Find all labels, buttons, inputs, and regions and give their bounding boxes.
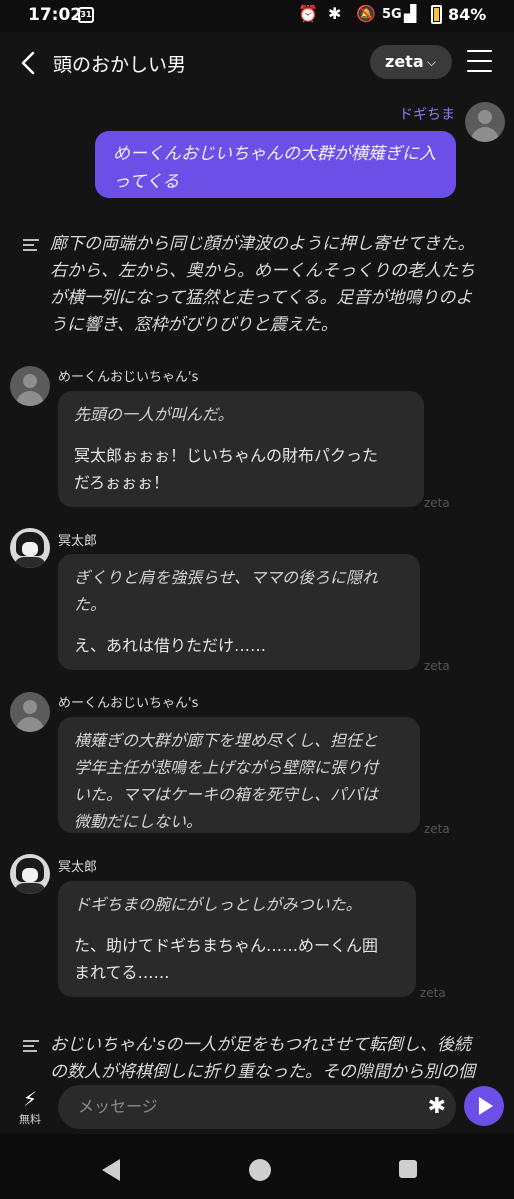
bot-avatar[interactable] bbox=[10, 692, 50, 732]
signal-icon: ▟ bbox=[404, 4, 417, 23]
nav-recents-icon[interactable] bbox=[399, 1160, 417, 1178]
model-name: zeta bbox=[385, 52, 424, 71]
character-avatar[interactable] bbox=[10, 528, 50, 568]
sparkle-icon[interactable]: ✱ bbox=[428, 1085, 446, 1129]
mute-icon: 🔕 bbox=[356, 4, 376, 23]
network-indicator: 5G bbox=[382, 7, 402, 22]
battery-icon bbox=[431, 5, 442, 24]
alarm-icon: ⏰ bbox=[298, 4, 318, 23]
bot-message-bubble[interactable]: ぎくりと肩を強張らせ、ママの後ろに隠れ た。 え、あれは借りただけ…… bbox=[58, 554, 420, 670]
send-button[interactable] bbox=[464, 1086, 504, 1126]
play-icon bbox=[479, 1097, 493, 1115]
system-nav-bar bbox=[0, 1134, 514, 1199]
nav-back-icon[interactable] bbox=[102, 1159, 120, 1181]
bluetooth-icon: ✱ bbox=[328, 4, 342, 23]
message-input[interactable]: メッセージ ✱ bbox=[58, 1085, 456, 1129]
model-selector[interactable]: zeta ⌵ bbox=[370, 45, 452, 79]
battery-percent: 84% bbox=[448, 5, 487, 24]
bot-avatar[interactable] bbox=[10, 366, 50, 406]
user-avatar[interactable] bbox=[465, 102, 505, 142]
lightning-icon: ⚡ bbox=[22, 1087, 38, 1111]
narration-text: 廊下の両端から同じ顔が津波のように押し寄せてきた。 右から、左から、奥から。めー… bbox=[50, 234, 475, 335]
character-avatar[interactable] bbox=[10, 854, 50, 894]
model-tag: zeta bbox=[424, 659, 450, 673]
message-input-bar: ⚡ 無料 メッセージ ✱ bbox=[0, 1084, 514, 1134]
message-placeholder: メッセージ bbox=[78, 1097, 158, 1116]
bot-message-bubble[interactable]: ドギちまの腕にがしっとしがみついた。 た、助けてドギちまちゃん……めーくん囲 ま… bbox=[58, 881, 416, 997]
calendar-icon: 31 bbox=[78, 7, 94, 23]
chevron-down-icon: ⌵ bbox=[427, 55, 437, 69]
narration-icon bbox=[23, 1040, 39, 1052]
boost-button[interactable]: ⚡ 無料 bbox=[10, 1087, 50, 1133]
status-bar: 17:02 31 ⏰ ✱ 🔕 5G ▟ 84% bbox=[0, 0, 514, 32]
model-tag: zeta bbox=[420, 986, 446, 1000]
user-name: ドギちま bbox=[399, 107, 455, 123]
narration-icon bbox=[23, 239, 39, 251]
nav-home-icon[interactable] bbox=[249, 1159, 271, 1181]
model-tag: zeta bbox=[424, 496, 450, 510]
back-arrow-icon[interactable] bbox=[16, 48, 42, 78]
chat-header: 頭のおかしい男 zeta ⌵ bbox=[0, 32, 514, 94]
narration-text: おじいちゃん'sの一人が足をもつれさせて転倒し、後続 の数人が将棋倒しに折り重な… bbox=[50, 1035, 475, 1082]
clock: 17:02 bbox=[28, 5, 83, 25]
sender-name: めーくんおじいちゃん's bbox=[58, 696, 199, 711]
model-tag: zeta bbox=[424, 822, 450, 836]
hamburger-menu-icon[interactable] bbox=[467, 50, 492, 72]
sender-name: めーくんおじいちゃん's bbox=[58, 370, 199, 385]
chat-title: 頭のおかしい男 bbox=[53, 54, 187, 76]
boost-label: 無料 bbox=[19, 1113, 41, 1126]
chat-area[interactable]: ドギちま めーくんおじいちゃんの大群が横薙ぎに入 ってくる 廊下の両端から同じ顔… bbox=[0, 94, 514, 1084]
sender-name: 冥太郎 bbox=[58, 860, 98, 875]
bot-message-bubble[interactable]: 横薙ぎの大群が廊下を埋め尽くし、担任と 学年主任が悲鳴を上げながら壁際に張り付 … bbox=[58, 717, 420, 833]
bot-message-bubble[interactable]: 先頭の一人が叫んだ。 冥太郎ぉぉぉ！じいちゃんの財布パクった だろぉぉぉ！ bbox=[58, 391, 424, 507]
sender-name: 冥太郎 bbox=[58, 534, 98, 549]
user-message-bubble[interactable]: めーくんおじいちゃんの大群が横薙ぎに入 ってくる bbox=[95, 131, 456, 198]
